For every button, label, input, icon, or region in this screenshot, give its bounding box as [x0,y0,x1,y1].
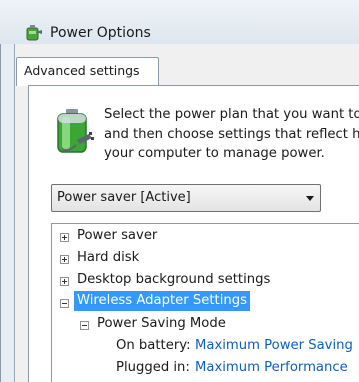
tree-item-hard-disk[interactable]: Hard disk [60,250,340,270]
expand-plus-icon[interactable] [60,233,69,242]
intro-line-1: Select the power plan that you want to [104,107,359,122]
setting-row-plugged-in[interactable]: Plugged in: Maximum Performance [116,360,359,380]
chevron-down-icon[interactable] [306,196,314,201]
setting-value-link[interactable]: Maximum Performance [195,360,348,375]
tree-item-label[interactable]: Power Saving Mode [97,316,226,331]
expand-plus-icon[interactable] [60,255,69,264]
power-options-icon [26,25,42,41]
power-plan-select[interactable]: Power saver [Active] [51,184,321,212]
setting-label: Plugged in: [116,360,190,375]
collapse-minus-icon[interactable] [60,299,69,308]
tree-item-label[interactable]: Hard disk [77,250,139,265]
setting-value-link[interactable]: Maximum Power Saving [195,338,353,353]
setting-label: On battery: [116,338,191,353]
battery-plug-icon [57,109,94,153]
expand-plus-icon[interactable] [60,277,69,286]
power-plan-select-value: Power saver [Active] [57,190,191,205]
tab-advanced-settings-label[interactable]: Advanced settings [24,63,140,78]
tree-item-label[interactable]: Wireless Adapter Settings [74,291,250,311]
tree-item-power-saver[interactable]: Power saver [60,228,340,248]
window-title: Power Options [50,25,151,41]
tree-item-label[interactable]: Power saver [77,228,157,243]
tree-item-wireless-adapter[interactable]: Wireless Adapter Settings [60,291,350,314]
tree-item-label[interactable]: Desktop background settings [77,272,270,287]
settings-tree[interactable]: Power saver Hard disk Desktop background… [51,223,359,382]
tree-item-power-saving-mode[interactable]: Power Saving Mode [80,316,340,336]
collapse-minus-icon[interactable] [80,321,89,330]
intro-text: Select the power plan that you want to a… [104,105,359,164]
tree-item-desktop-background[interactable]: Desktop background settings [60,272,350,292]
setting-row-on-battery[interactable]: On battery: Maximum Power Saving [116,338,359,358]
intro-line-3: your computer to manage power. [104,146,325,161]
intro-line-2: and then choose settings that reflect ho [104,126,359,142]
